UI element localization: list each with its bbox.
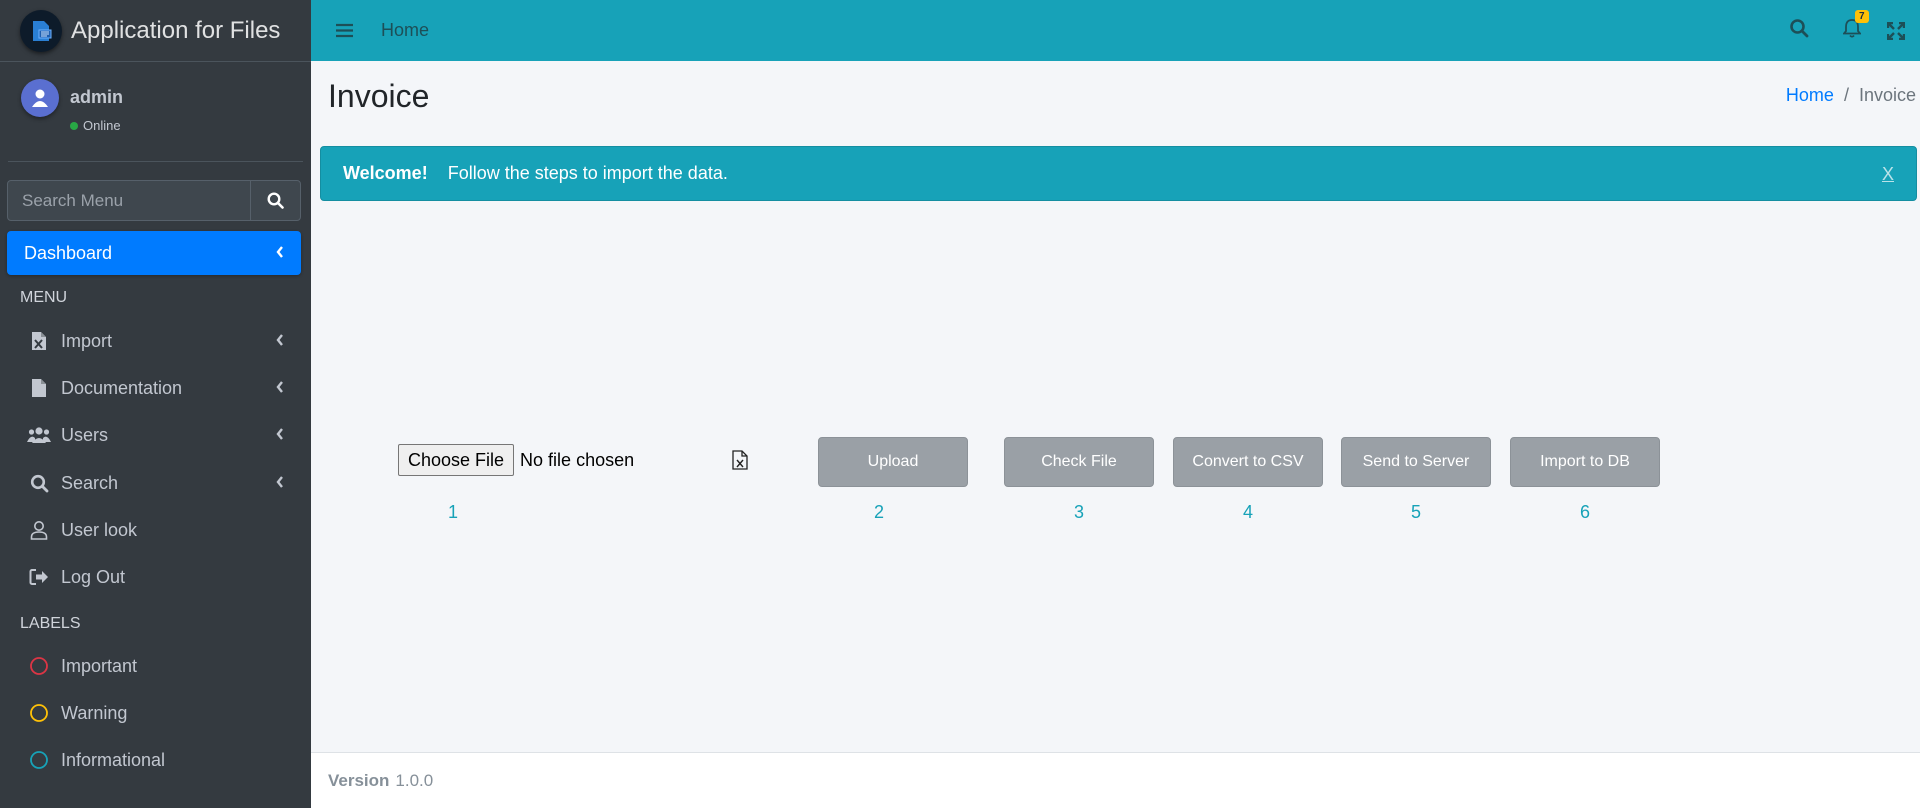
send-to-server-button[interactable]: Send to Server (1341, 437, 1491, 487)
notifications-button[interactable]: 7 (1842, 10, 1869, 43)
top-navbar: Home 7 (311, 0, 1920, 61)
sidebar-item-label: Search (61, 472, 119, 493)
sidebar: Application for Files admin Online Dashb… (0, 0, 311, 808)
sidebar-item-documentation[interactable]: Documentation (7, 366, 301, 410)
sidebar-item-label: Documentation (61, 377, 183, 398)
top-nav-actions: 7 (1789, 0, 1920, 61)
sidebar-item-label: Informational (61, 749, 166, 770)
sidebar-search-button[interactable] (250, 181, 300, 220)
sidebar-item-warning[interactable]: Warning (7, 691, 301, 735)
breadcrumb-home-link[interactable]: Home (1786, 85, 1834, 106)
file-status: No file chosen (520, 449, 635, 470)
file-input: Choose File No file chosen (398, 444, 634, 476)
choose-file-button[interactable]: Choose File (398, 444, 515, 476)
app-title: Application for Files (71, 16, 281, 44)
user-icon (19, 520, 59, 540)
chevron-left-icon (276, 428, 283, 440)
search-icon (19, 474, 59, 493)
sidebar-item-search[interactable]: Search (7, 461, 301, 505)
alert-message: Follow the steps to import the data. (447, 163, 728, 183)
step-number: 1 (447, 502, 458, 522)
sidebar-item-label: Users (61, 424, 109, 445)
online-dot-icon (70, 121, 78, 130)
brand[interactable]: Application for Files (0, 0, 311, 62)
excel-file-icon (732, 450, 748, 475)
sidebar-search-input[interactable] (8, 181, 250, 220)
circle-icon (19, 750, 59, 770)
hamburger-menu-icon[interactable] (336, 23, 353, 38)
brand-logo-icon (20, 9, 62, 52)
alert-close-button[interactable]: X (1882, 164, 1894, 185)
sidebar-item-users[interactable]: Users (7, 413, 301, 457)
alert-title: Welcome! (343, 163, 428, 183)
breadcrumb: Home / Invoice (1786, 85, 1916, 106)
user-panel: admin Online (8, 62, 303, 162)
file-icon (19, 378, 59, 398)
sidebar-item-label: Warning (61, 702, 128, 723)
user-name[interactable]: admin (70, 87, 123, 108)
step-number: 5 (1410, 502, 1421, 522)
sidebar-item-label: Log Out (61, 566, 126, 587)
sidebar-item-dashboard[interactable]: Dashboard (7, 231, 301, 275)
check-file-button[interactable]: Check File (1004, 437, 1154, 487)
sidebar-item-label: Dashboard (24, 242, 113, 263)
search-icon (267, 192, 284, 209)
users-icon (19, 426, 59, 444)
sidebar-item-label: Import (61, 330, 113, 351)
sidebar-item-informational[interactable]: Informational (7, 738, 301, 782)
step-number: 3 (1073, 502, 1084, 522)
breadcrumb-current: Invoice (1858, 85, 1916, 105)
sidebar-item-import[interactable]: Import (7, 319, 301, 363)
sidebar-item-label: Important (61, 655, 138, 676)
labels-header: LABELS (20, 615, 81, 632)
sidebar-search (7, 180, 301, 221)
chevron-left-icon (276, 246, 283, 258)
user-status-label: Online (83, 118, 121, 133)
step-number: 4 (1242, 502, 1253, 522)
sidebar-item-user-look[interactable]: User look (7, 508, 301, 552)
fullscreen-icon[interactable] (1887, 21, 1905, 40)
circle-icon (19, 703, 59, 723)
step-number: 6 (1579, 502, 1590, 522)
sign-out-icon (19, 568, 59, 586)
chevron-left-icon (276, 381, 283, 393)
footer-version-number: 1.0.0 (395, 770, 434, 790)
sidebar-item-label: User look (61, 519, 138, 540)
upload-button[interactable]: Upload (818, 437, 968, 487)
breadcrumb-separator: / (1843, 85, 1849, 105)
navbar-search-icon[interactable] (1789, 18, 1809, 43)
avatar[interactable] (21, 79, 59, 117)
sidebar-item-log-out[interactable]: Log Out (7, 555, 301, 599)
chevron-left-icon (276, 476, 283, 488)
sidebar-item-important[interactable]: Important (7, 644, 301, 688)
welcome-alert: Welcome! Follow the steps to import the … (320, 146, 1917, 201)
menu-header: MENU (20, 289, 68, 306)
import-to-db-button[interactable]: Import to DB (1510, 437, 1660, 487)
page-title: Invoice (328, 78, 430, 114)
chevron-left-icon (276, 334, 283, 346)
footer: Version 1.0.0 (311, 752, 1920, 808)
user-status: Online (70, 118, 121, 133)
convert-to-csv-button[interactable]: Convert to CSV (1173, 437, 1323, 487)
top-nav-home-link[interactable]: Home (381, 20, 429, 41)
circle-icon (19, 656, 59, 676)
step-number: 2 (873, 502, 884, 522)
file-excel-icon (19, 331, 59, 351)
footer-version-label: Version (328, 770, 390, 790)
notification-count-badge: 7 (1855, 10, 1869, 23)
